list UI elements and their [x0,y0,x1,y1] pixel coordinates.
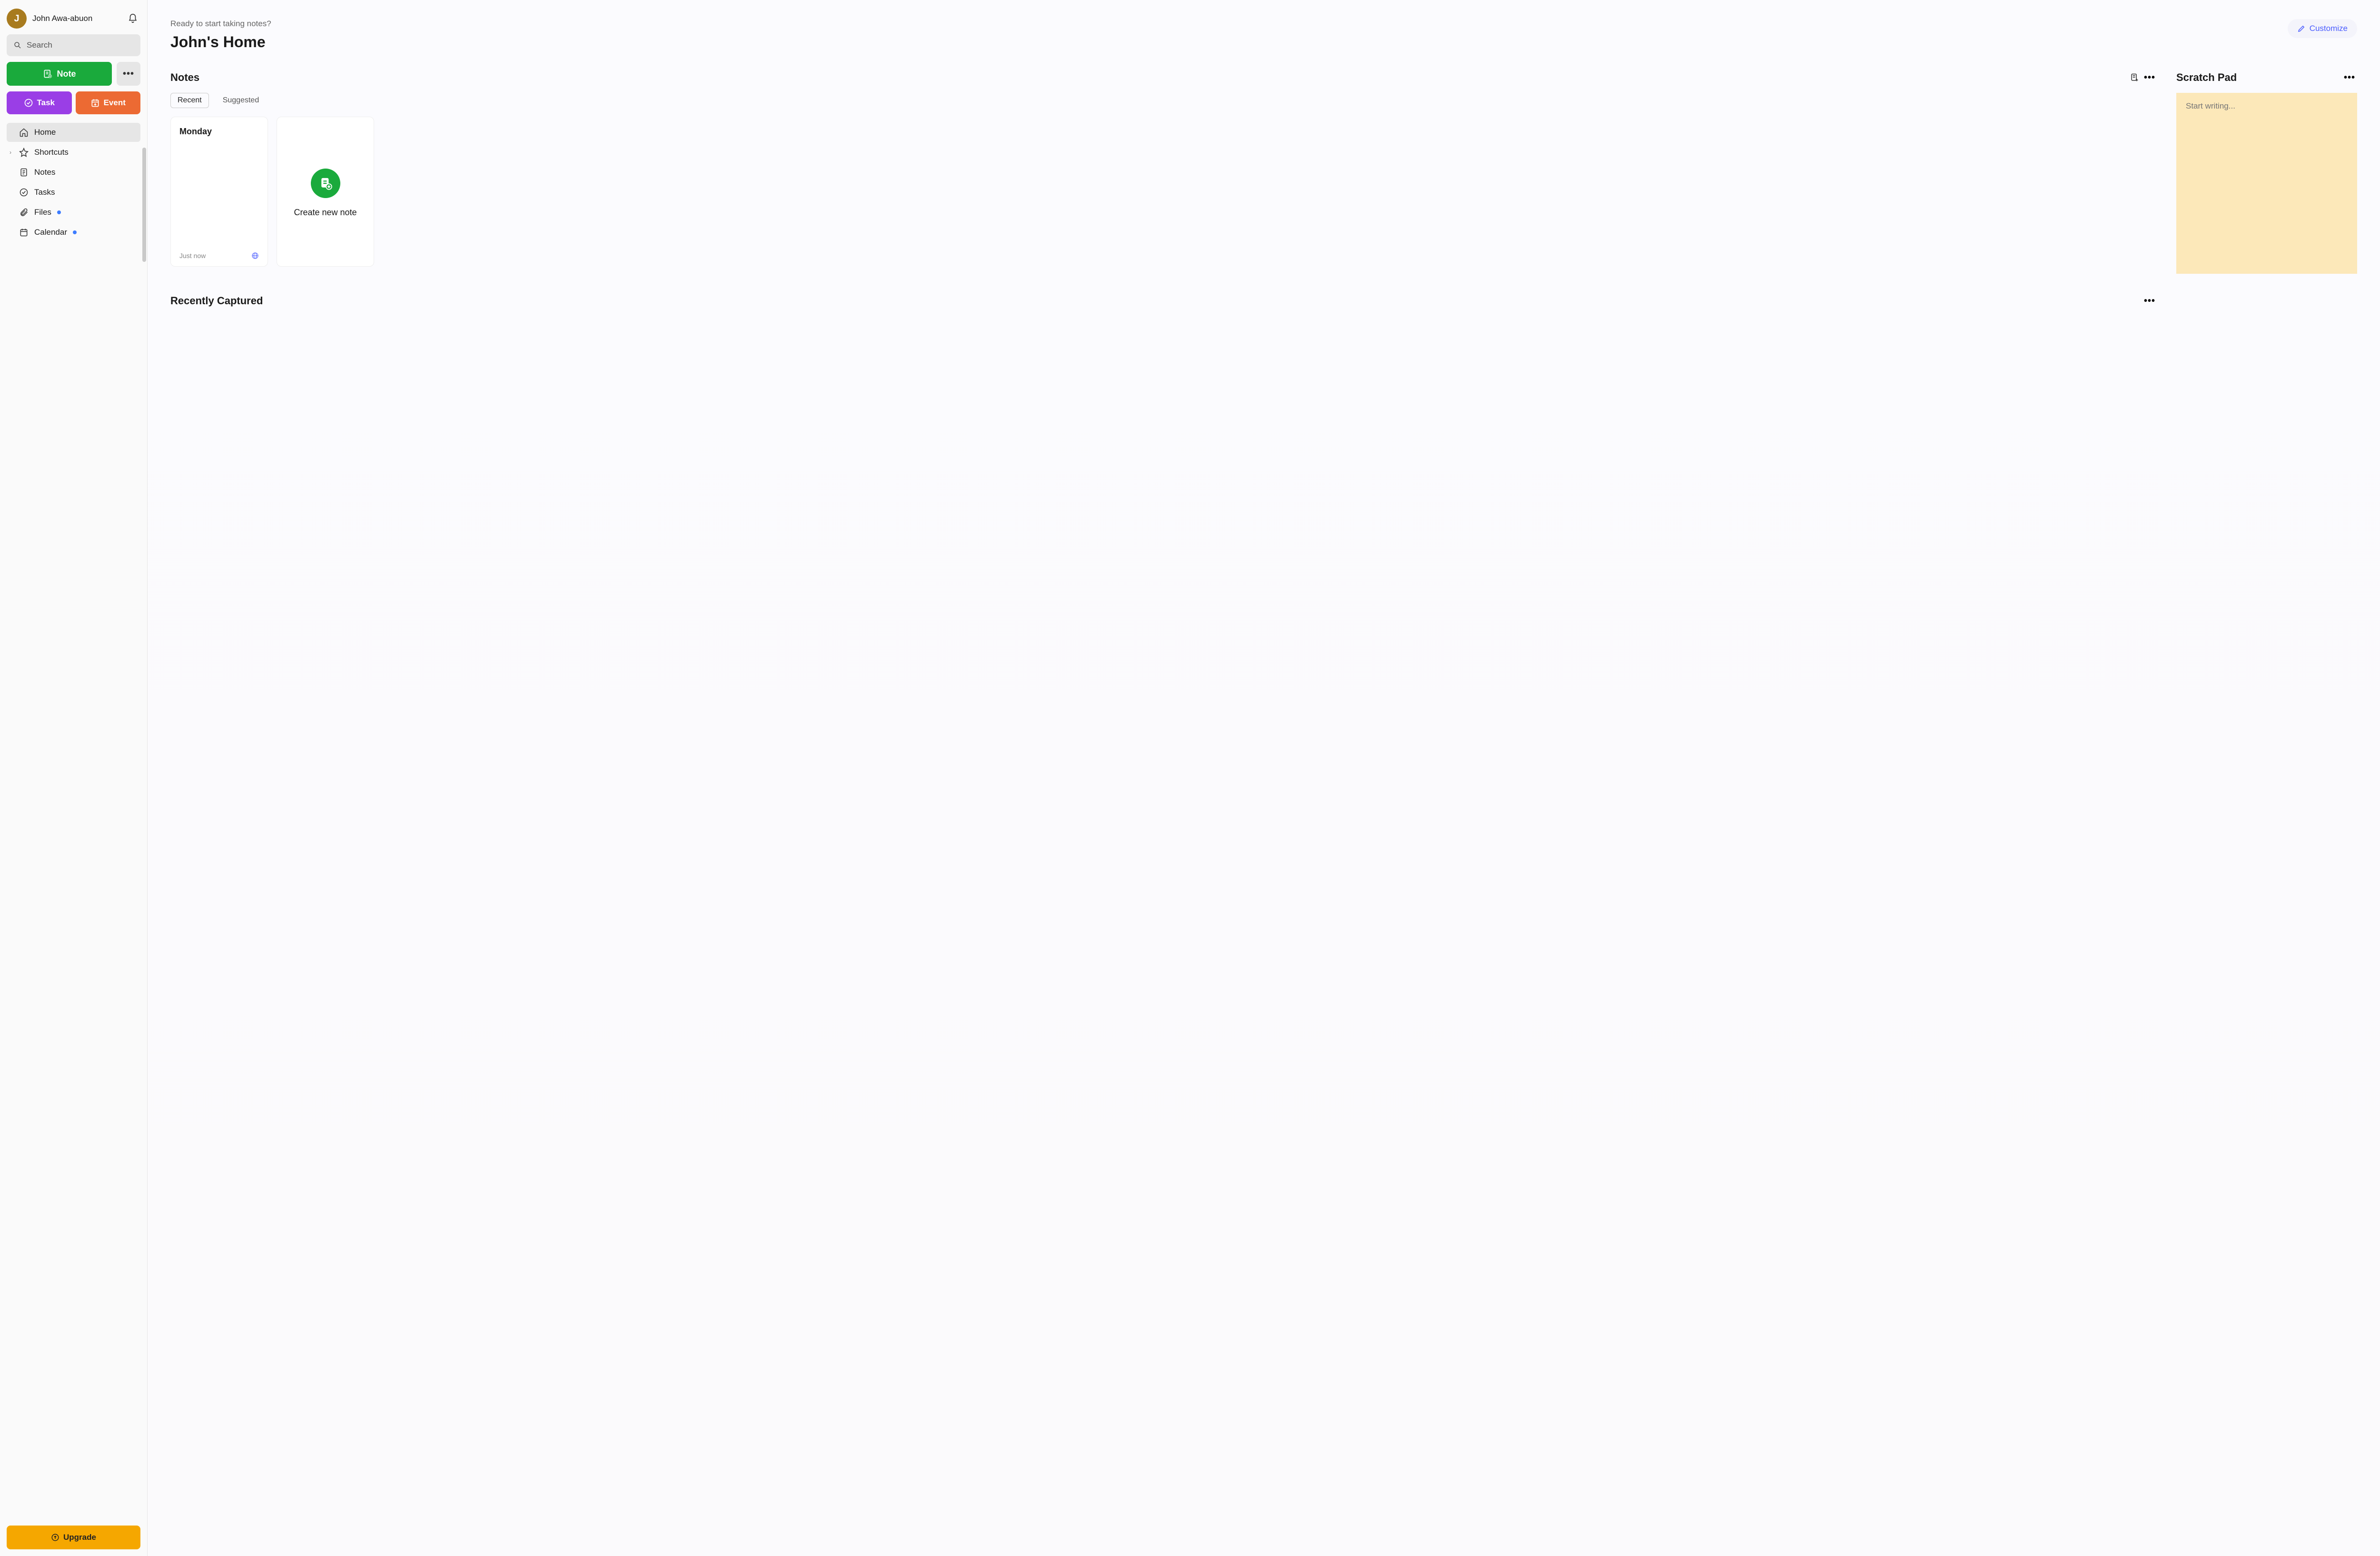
nav-home-label: Home [34,128,56,137]
upgrade-button[interactable]: Upgrade [7,1526,140,1549]
avatar: J [7,9,27,29]
search-placeholder: Search [27,40,52,50]
pencil-icon [2297,24,2306,33]
files-indicator-dot [57,210,61,214]
calendar-icon [19,228,29,237]
scratch-more-button[interactable]: ••• [2342,70,2357,85]
notes-section: Notes ••• Recent Suggested Monday Just n… [170,70,2157,316]
notes-create-icon-button[interactable] [2127,70,2142,85]
chevron-right-icon: › [10,149,11,156]
create-note-circle [311,169,340,198]
notes-tabs: Recent Suggested [170,93,2157,108]
note-card[interactable]: Monday Just now [170,117,268,267]
scratch-pad-textarea[interactable] [2186,101,2348,265]
create-new-note-label: Create new note [294,208,357,218]
notes-icon [19,168,29,177]
calendar-plus-icon [90,98,100,108]
bell-icon [128,13,138,24]
sidebar-item-notes[interactable]: Notes [7,163,140,182]
tasks-icon [19,188,29,197]
customize-button[interactable]: Customize [2288,19,2357,38]
sidebar-item-home[interactable]: Home [7,123,140,142]
upgrade-label: Upgrade [63,1533,96,1542]
new-more-button[interactable]: ••• [117,62,140,86]
home-icon [19,128,29,137]
page-header: Ready to start taking notes? John's Home… [170,19,2357,51]
tab-suggested[interactable]: Suggested [216,93,267,108]
profile-row[interactable]: J John Awa-abuon [7,9,140,29]
sidebar-item-shortcuts[interactable]: › Shortcuts [7,143,140,162]
page-subtitle: Ready to start taking notes? [170,19,271,29]
paperclip-icon [19,208,29,217]
profile-name: John Awa-abuon [32,14,119,23]
customize-label: Customize [2310,24,2348,33]
sidebar: J John Awa-abuon Search Note ••• Task Ev… [0,0,148,1556]
create-new-note-card[interactable]: Create new note [277,117,374,267]
sidebar-nav: Home › Shortcuts Notes Tasks Files Calen… [7,123,140,242]
search-icon [13,41,22,50]
sidebar-item-calendar[interactable]: Calendar [7,223,140,242]
task-check-icon [24,98,33,108]
recently-captured-title: Recently Captured [170,295,2142,307]
sidebar-item-tasks[interactable]: Tasks [7,183,140,202]
new-note-label: Note [57,69,76,79]
note-plus-icon [319,177,332,190]
star-icon [19,148,29,157]
tab-recent[interactable]: Recent [170,93,209,108]
notes-section-title: Notes [170,71,2127,84]
calendar-indicator-dot [73,230,77,234]
more-dots-icon: ••• [123,69,134,80]
note-card-title: Monday [179,127,259,137]
notifications-button[interactable] [125,11,140,26]
new-note-button[interactable]: Note [7,62,112,86]
note-add-icon [2130,73,2139,82]
nav-notes-label: Notes [34,168,55,177]
search-input[interactable]: Search [7,34,140,56]
note-card-timestamp: Just now [179,252,206,259]
page-title: John's Home [170,33,271,51]
nav-files-label: Files [34,208,51,217]
more-dots-icon: ••• [2344,72,2355,83]
nav-tasks-label: Tasks [34,188,55,197]
scratch-pad-title: Scratch Pad [2176,71,2342,84]
scratch-pad [2176,93,2357,274]
new-task-button[interactable]: Task [7,91,72,114]
nav-calendar-label: Calendar [34,228,67,237]
new-event-button[interactable]: Event [76,91,141,114]
scratch-pad-section: Scratch Pad ••• [2176,70,2357,316]
notes-more-button[interactable]: ••• [2142,70,2157,85]
new-task-label: Task [37,98,55,108]
more-dots-icon: ••• [2144,72,2155,83]
upgrade-icon [51,1533,60,1542]
nav-shortcuts-label: Shortcuts [34,148,69,157]
new-event-label: Event [104,98,126,108]
recently-more-button[interactable]: ••• [2142,293,2157,309]
sidebar-item-files[interactable]: Files [7,203,140,222]
note-plus-icon [43,69,52,79]
globe-icon [251,252,259,259]
more-dots-icon: ••• [2144,296,2155,307]
sidebar-scrollbar-thumb[interactable] [142,148,146,262]
main-content: Ready to start taking notes? John's Home… [148,0,2380,1556]
